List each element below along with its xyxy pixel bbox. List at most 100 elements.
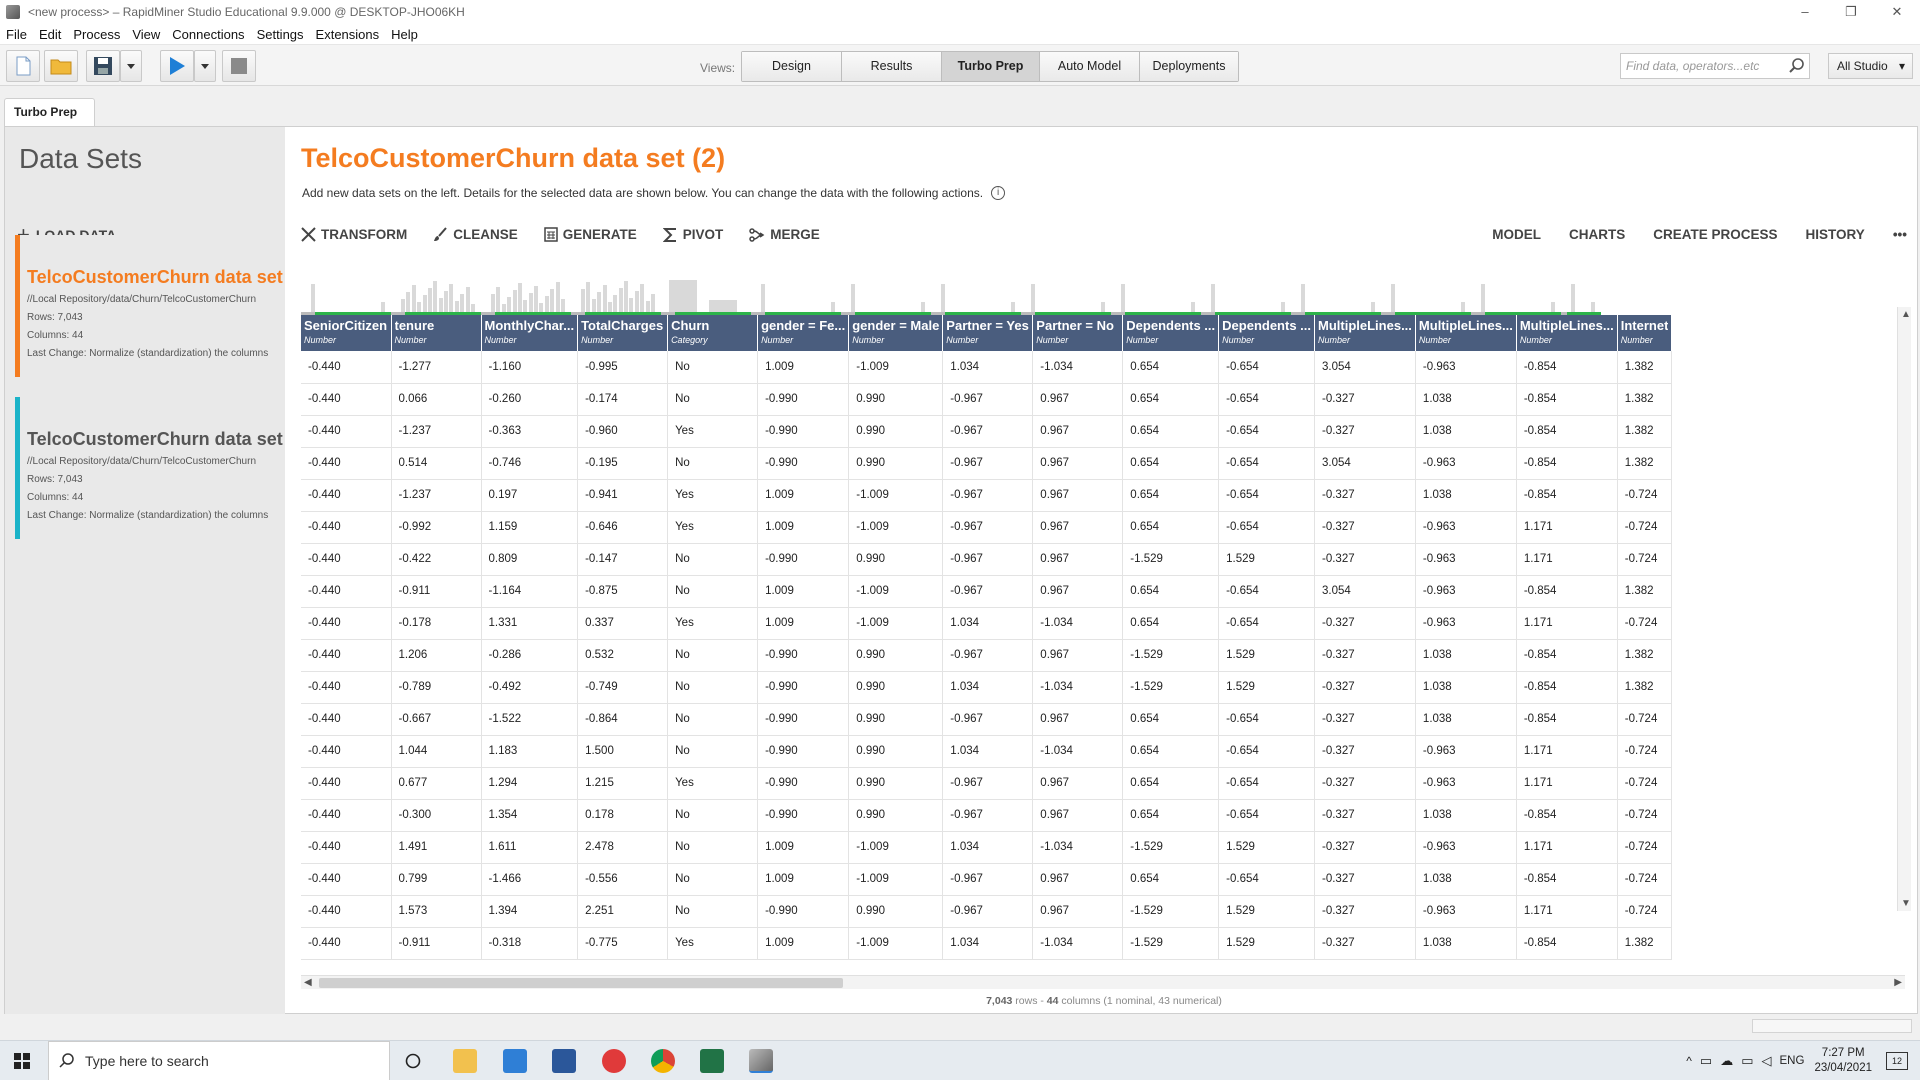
close-button[interactable]: ✕	[1874, 0, 1920, 24]
table-cell[interactable]: 1.382	[1617, 351, 1673, 384]
table-cell[interactable]: -0.260	[481, 383, 579, 416]
table-cell[interactable]: 1.206	[391, 639, 482, 672]
table-cell[interactable]: -0.990	[757, 767, 850, 800]
table-cell[interactable]: 1.382	[1617, 671, 1673, 704]
table-cell[interactable]: -0.854	[1516, 927, 1618, 960]
table-cell[interactable]: -0.654	[1218, 383, 1316, 416]
table-cell[interactable]: 1.159	[481, 511, 579, 544]
table-cell[interactable]: 1.038	[1415, 415, 1517, 448]
table-cell[interactable]: 1.382	[1617, 639, 1673, 672]
scroll-down-icon[interactable]: ▼	[1901, 898, 1911, 909]
table-cell[interactable]: 1.009	[757, 351, 850, 384]
table-cell[interactable]: -0.440	[301, 703, 392, 736]
table-cell[interactable]: 1.034	[942, 607, 1034, 640]
scroll-up-icon[interactable]: ▲	[1901, 309, 1911, 320]
table-cell[interactable]: 1.171	[1516, 543, 1618, 576]
column-header[interactable]: MultipleLines... Number	[1516, 315, 1618, 351]
table-cell[interactable]: -0.854	[1516, 415, 1618, 448]
table-cell[interactable]: -0.967	[942, 447, 1034, 480]
table-cell[interactable]: -0.724	[1617, 607, 1673, 640]
table-cell[interactable]: -0.327	[1314, 863, 1416, 896]
table-cell[interactable]: 1.171	[1516, 895, 1618, 928]
table-cell[interactable]: -0.363	[481, 415, 579, 448]
table-cell[interactable]: 1.038	[1415, 671, 1517, 704]
table-cell[interactable]: -0.654	[1218, 607, 1316, 640]
table-cell[interactable]: No	[667, 831, 759, 864]
table-row[interactable]: -0.440 -0.178 1.331 0.337 Yes 1.009 -1.009 1.03…	[301, 607, 1673, 640]
table-cell[interactable]: 2.478	[577, 831, 669, 864]
table-row[interactable]: -0.440 0.799 -1.466 -0.556 No 1.009 -1.009 -0.9…	[301, 863, 1673, 896]
table-cell[interactable]: 0.967	[1032, 479, 1124, 512]
table-cell[interactable]: 1.038	[1415, 479, 1517, 512]
table-cell[interactable]: 0.990	[848, 895, 944, 928]
table-cell[interactable]: 1.038	[1415, 927, 1517, 960]
excel-icon[interactable]	[700, 1049, 724, 1073]
table-cell[interactable]: 0.197	[481, 479, 579, 512]
table-cell[interactable]: 0.967	[1032, 511, 1124, 544]
table-cell[interactable]: -0.789	[391, 671, 482, 704]
word-icon[interactable]	[552, 1049, 576, 1073]
table-cell[interactable]: 0.514	[391, 447, 482, 480]
cleanse-button[interactable]: CLEANSE	[433, 227, 518, 242]
table-cell[interactable]: No	[667, 735, 759, 768]
table-cell[interactable]: -1.529	[1122, 927, 1220, 960]
table-cell[interactable]: 0.967	[1032, 639, 1124, 672]
run-menu-button[interactable]	[194, 50, 216, 82]
table-cell[interactable]: -0.967	[942, 383, 1034, 416]
column-header[interactable]: MonthlyChar... Number	[481, 315, 579, 351]
table-cell[interactable]: -1.009	[848, 511, 944, 544]
table-cell[interactable]: 1.394	[481, 895, 579, 928]
table-cell[interactable]: -0.963	[1415, 895, 1517, 928]
view-auto-model-button[interactable]: Auto Model	[1040, 52, 1140, 81]
save-button[interactable]	[86, 50, 120, 82]
table-cell[interactable]: 0.990	[848, 799, 944, 832]
table-cell[interactable]: -0.990	[757, 415, 850, 448]
table-cell[interactable]: 1.611	[481, 831, 579, 864]
table-cell[interactable]: -1.034	[1032, 927, 1124, 960]
task-view-icon[interactable]	[405, 1053, 421, 1069]
display-icon[interactable]: ▭	[1741, 1053, 1753, 1069]
column-header[interactable]: tenure Number	[391, 315, 482, 351]
table-cell[interactable]: -1.034	[1032, 671, 1124, 704]
column-header[interactable]: MultipleLines... Number	[1314, 315, 1416, 351]
table-cell[interactable]: -0.854	[1516, 799, 1618, 832]
table-cell[interactable]: 0.654	[1122, 735, 1220, 768]
table-cell[interactable]: 0.654	[1122, 767, 1220, 800]
generate-button[interactable]: GENERATE	[544, 227, 637, 242]
table-cell[interactable]: 1.382	[1617, 383, 1673, 416]
table-cell[interactable]: 0.967	[1032, 863, 1124, 896]
table-cell[interactable]: -0.440	[301, 543, 392, 576]
column-header[interactable]: gender = Male Number	[848, 315, 944, 351]
view-results-button[interactable]: Results	[842, 52, 942, 81]
table-cell[interactable]: 1.034	[942, 831, 1034, 864]
table-cell[interactable]: -0.327	[1314, 639, 1416, 672]
table-cell[interactable]: -1.034	[1032, 735, 1124, 768]
table-cell[interactable]: -0.967	[942, 639, 1034, 672]
table-cell[interactable]: -0.654	[1218, 767, 1316, 800]
column-header[interactable]: Dependents ... Number	[1218, 315, 1316, 351]
table-row[interactable]: -0.440 1.491 1.611 2.478 No 1.009 -1.009 1.034-…	[301, 831, 1673, 864]
table-cell[interactable]: 1.171	[1516, 767, 1618, 800]
table-cell[interactable]: 1.044	[391, 735, 482, 768]
table-cell[interactable]: -1.529	[1122, 543, 1220, 576]
table-row[interactable]: -0.440 -0.992 1.159 -0.646 Yes 1.009 -1.009 -0.…	[301, 511, 1673, 544]
table-cell[interactable]: 1.038	[1415, 383, 1517, 416]
table-cell[interactable]: -0.327	[1314, 607, 1416, 640]
table-cell[interactable]: -0.990	[757, 799, 850, 832]
table-cell[interactable]: -0.440	[301, 607, 392, 640]
horizontal-scroll-thumb[interactable]	[319, 978, 843, 988]
table-cell[interactable]: 1.034	[942, 927, 1034, 960]
table-cell[interactable]: 1.500	[577, 735, 669, 768]
table-cell[interactable]: 1.009	[757, 511, 850, 544]
table-cell[interactable]: -0.654	[1218, 703, 1316, 736]
menu-extensions[interactable]: Extensions	[316, 27, 380, 42]
save-menu-button[interactable]	[120, 50, 142, 82]
table-cell[interactable]: -0.654	[1218, 511, 1316, 544]
charts-button[interactable]: CHARTS	[1569, 227, 1625, 242]
table-cell[interactable]: 1.034	[942, 351, 1034, 384]
table-cell[interactable]: -0.995	[577, 351, 669, 384]
table-row[interactable]: -0.440 -0.911 -1.164 -0.875 No 1.009 -1.009 -0.…	[301, 575, 1673, 608]
table-cell[interactable]: -0.992	[391, 511, 482, 544]
table-cell[interactable]: -0.963	[1415, 735, 1517, 768]
table-cell[interactable]: 1.529	[1218, 543, 1316, 576]
